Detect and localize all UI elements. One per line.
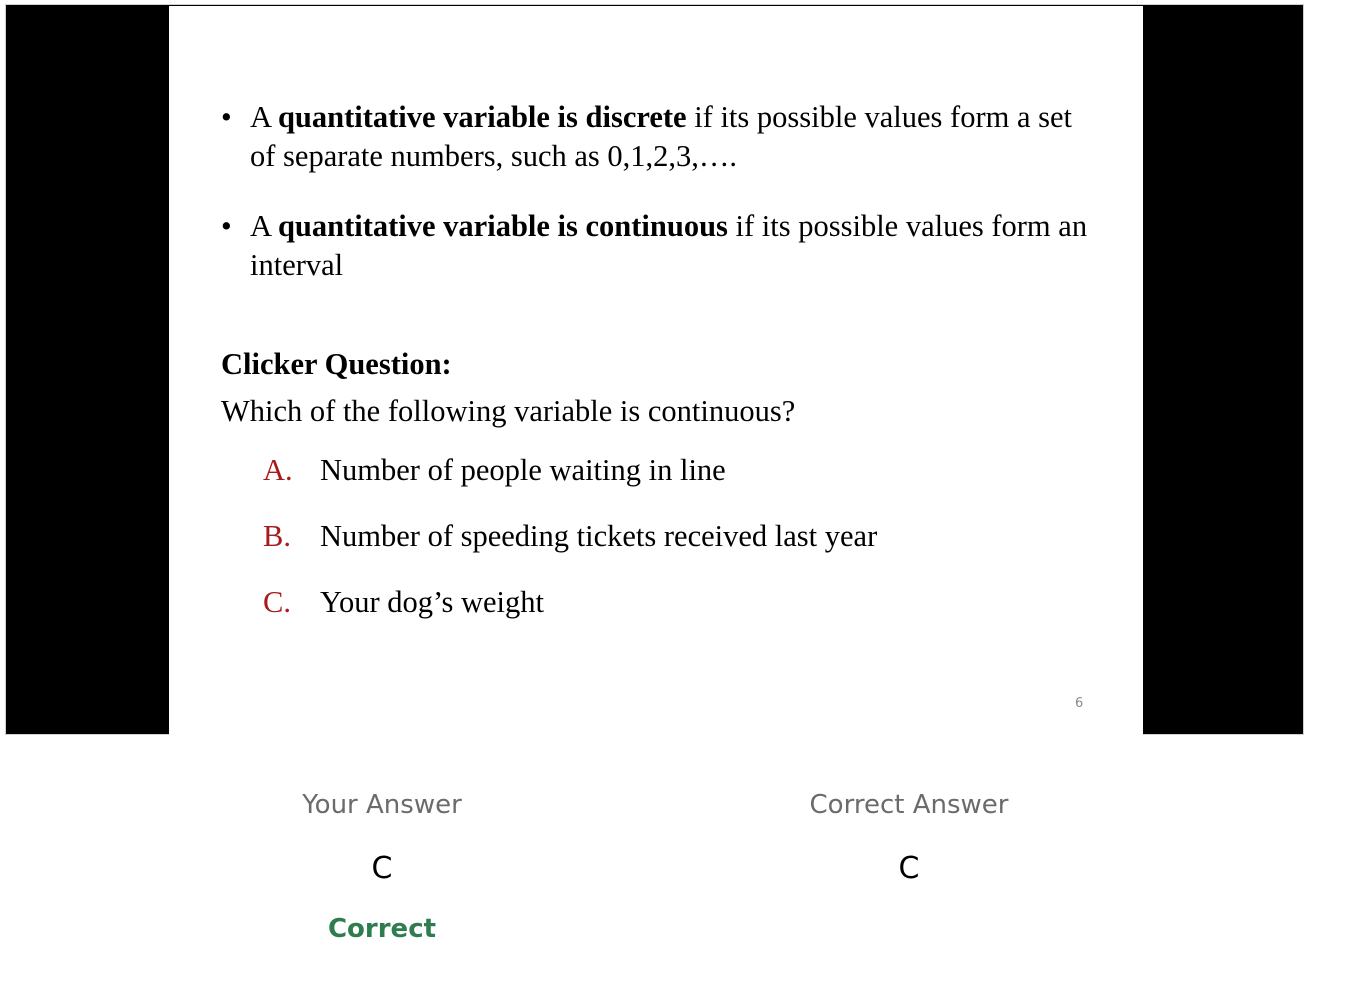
your-answer-value: C xyxy=(371,851,393,886)
slide-viewer: • A quantitative variable is discrete if… xyxy=(5,4,1304,736)
option-letter: A. xyxy=(263,453,293,487)
bullet-marker: • xyxy=(221,209,232,243)
bullet-prefix: A xyxy=(250,100,278,134)
correct-answer-value: C xyxy=(898,851,920,886)
bullet-marker: • xyxy=(221,100,232,134)
bullet-bold-term: quantitative variable is discrete xyxy=(277,100,687,134)
option-letter: B. xyxy=(263,519,291,553)
bullet-prefix: A xyxy=(250,209,278,243)
slide-page-number: 6 xyxy=(1075,696,1084,711)
bullet-bold-term: quantitative variable is continuous xyxy=(277,209,728,243)
option-text: Number of speeding tickets received last… xyxy=(320,519,878,553)
your-answer-label: Your Answer xyxy=(302,790,462,820)
bullet-continuous: • A quantitative variable is continuous … xyxy=(221,207,1101,285)
bullet-text: A quantitative variable is discrete if i… xyxy=(250,98,1101,176)
slide: • A quantitative variable is discrete if… xyxy=(169,6,1143,736)
your-answer-column: Your Answer C Correct xyxy=(232,785,532,949)
answer-status: Correct xyxy=(327,914,437,944)
bullet-discrete: • A quantitative variable is discrete if… xyxy=(221,98,1101,176)
bullet-text: A quantitative variable is continuous if… xyxy=(250,207,1101,285)
question-text: Which of the following variable is conti… xyxy=(221,394,796,428)
question-heading: Clicker Question: xyxy=(221,347,452,381)
option-text: Number of people waiting in line xyxy=(320,453,726,487)
option-text: Your dog’s weight xyxy=(320,585,544,619)
correct-answer-label: Correct Answer xyxy=(809,790,1009,820)
correct-answer-column: Correct Answer C xyxy=(759,785,1059,889)
option-letter: C. xyxy=(263,585,291,619)
